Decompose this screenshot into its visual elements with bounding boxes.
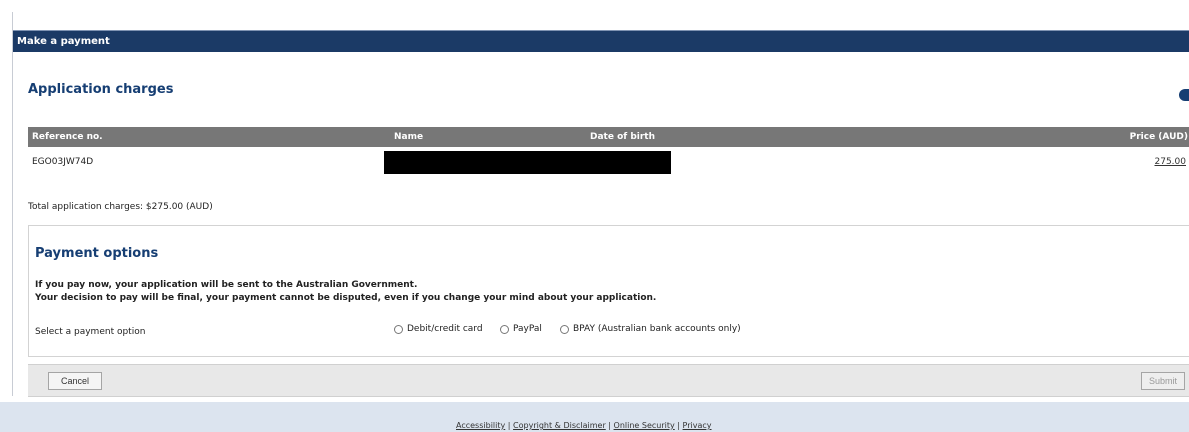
help-icon[interactable] (1179, 89, 1189, 101)
payment-options-heading: Payment options (35, 246, 159, 261)
payment-option-bpay[interactable]: BPAY (Australian bank accounts only) (560, 324, 741, 334)
redacted-name-and-date-of-birth (384, 151, 671, 174)
payment-notice-line-2: Your decision to pay will be final, your… (35, 293, 657, 303)
paypal-radio[interactable] (500, 324, 509, 334)
debit-credit-radio[interactable] (394, 324, 403, 334)
page-title-bar: Make a payment (13, 30, 1189, 52)
paypal-label: PayPal (513, 324, 542, 334)
reference-column-header: Reference no. (32, 132, 103, 142)
application-charges-heading: Application charges (28, 82, 174, 97)
payment-option-debit-credit[interactable]: Debit/credit card (394, 324, 483, 334)
accessibility-link[interactable]: Accessibility (456, 421, 505, 430)
payment-options-panel: Payment options If you pay now, your app… (28, 225, 1189, 357)
footer-separator: | (677, 421, 680, 430)
payment-notice-line-1: If you pay now, your application will be… (35, 280, 418, 290)
name-column-header: Name (394, 132, 424, 142)
price-link[interactable]: 275.00 (1155, 157, 1187, 167)
bpay-radio[interactable] (560, 324, 569, 334)
debit-credit-label: Debit/credit card (407, 324, 483, 334)
total-charges-text: Total application charges: $275.00 (AUD) (28, 202, 213, 212)
footer-separator: | (507, 421, 511, 430)
page-title: Make a payment (17, 36, 110, 47)
form-action-bar: Cancel Submit (28, 364, 1189, 397)
submit-button[interactable]: Submit (1141, 372, 1185, 390)
charges-table-header: Reference no. Name Date of birth Price (… (28, 127, 1189, 147)
top-margin (0, 0, 1189, 12)
online-security-link[interactable]: Online Security (614, 421, 675, 430)
bpay-label: BPAY (Australian bank accounts only) (573, 324, 741, 334)
footer-links: Accessibility | Copyright & Disclaimer |… (456, 421, 712, 430)
payment-option-paypal[interactable]: PayPal (500, 324, 542, 334)
payment-option-label: Select a payment option (35, 327, 146, 337)
date-of-birth-column-header: Date of birth (590, 132, 655, 142)
copyright-disclaimer-link[interactable]: Copyright & Disclaimer (513, 421, 606, 430)
payment-page: Make a payment Application charges Refer… (12, 12, 1189, 397)
footer-separator: | (608, 421, 611, 430)
privacy-link[interactable]: Privacy (683, 421, 712, 430)
cancel-button[interactable]: Cancel (48, 372, 102, 390)
price-column-header: Price (AUD) (1129, 132, 1188, 142)
reference-number: EGO03JW74D (32, 157, 94, 167)
